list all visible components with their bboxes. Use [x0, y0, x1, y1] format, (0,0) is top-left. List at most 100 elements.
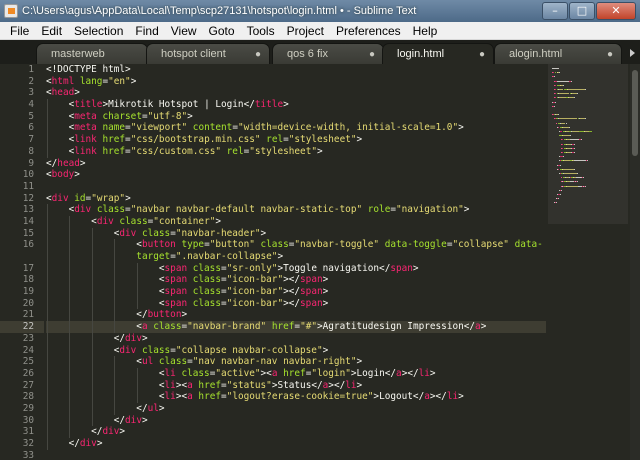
code-token: >Status</ — [271, 379, 323, 391]
line-number: 1 — [28, 64, 34, 75]
code-line[interactable]: <li><a href="status">Status</a></li> — [46, 379, 546, 392]
code-line[interactable]: <div id="wrap"> — [46, 193, 546, 205]
menu-file[interactable]: File — [0, 22, 35, 40]
code-line[interactable]: <link href="css/bootstrap.min.css" rel="… — [46, 134, 546, 146]
indent-guide — [114, 262, 116, 275]
code-token: </ — [46, 332, 126, 344]
code-token: > — [356, 379, 363, 391]
code-line[interactable]: </div> — [46, 414, 546, 427]
code-line[interactable]: </div> — [46, 332, 546, 345]
code-line[interactable]: <title>Mikrotik Hotspot | Login</title> — [46, 99, 546, 111]
code-token: < — [46, 367, 165, 379]
code-line[interactable]: </button> — [46, 309, 546, 322]
code-token: ></ — [283, 286, 301, 298]
indent-guide — [69, 286, 71, 298]
tab-qos-6-fix[interactable]: qos 6 fix ● — [272, 43, 384, 64]
code-line[interactable]: <div class="navbar navbar-default navbar… — [46, 204, 546, 216]
code-token: span — [164, 286, 188, 298]
indent-guide — [137, 391, 138, 403]
minimap-stroke — [558, 93, 570, 95]
indent-guide — [46, 309, 48, 322]
code-line[interactable]: <meta charset="utf-8"> — [46, 110, 546, 123]
indent-guide — [69, 356, 71, 368]
window-title: C:\Users\agus\AppData\Local\Temp\scp2713… — [22, 5, 417, 17]
code-line[interactable]: <li><a href="logout?erase-cookie=true">L… — [46, 391, 546, 403]
code-line[interactable]: <html lang="en"> — [46, 76, 546, 88]
tab-dirty-dot-icon[interactable]: ● — [255, 44, 261, 64]
menu-tools[interactable]: Tools — [241, 22, 281, 40]
code-token: < — [46, 110, 75, 122]
menu-edit[interactable]: Edit — [35, 22, 68, 40]
tab-masterweb[interactable]: masterweb — [36, 43, 148, 64]
code-line[interactable]: <head> — [46, 87, 546, 99]
line-number: 11 — [22, 180, 34, 192]
code-line[interactable]: </div> — [46, 438, 546, 450]
tab-alogin-html[interactable]: alogin.html ● — [494, 43, 622, 64]
code-line[interactable] — [46, 450, 546, 460]
indent-guide — [91, 239, 93, 251]
tab-dirty-dot-icon[interactable]: ● — [607, 44, 613, 64]
code-token: </ — [46, 414, 126, 426]
line-number — [0, 251, 44, 263]
code-token: href — [96, 145, 126, 157]
menu-project[interactable]: Project — [281, 22, 330, 40]
menu-find[interactable]: Find — [129, 22, 164, 40]
code-token: class — [113, 215, 148, 227]
code-token: li — [345, 379, 357, 391]
indent-guide — [46, 99, 48, 111]
tab-dirty-dot-icon[interactable]: ● — [369, 44, 375, 64]
minimap[interactable] — [548, 64, 628, 460]
tab-dirty-dot-icon[interactable]: ● — [479, 44, 485, 64]
code-line[interactable]: <a class="navbar-brand" href="#">Agratit… — [46, 321, 546, 333]
vertical-scrollbar[interactable] — [630, 64, 640, 460]
code-line[interactable] — [46, 181, 546, 193]
line-number: 9 — [28, 157, 34, 169]
minimize-button[interactable]: – — [542, 2, 568, 20]
menu-goto[interactable]: Goto — [203, 22, 241, 40]
indent-guide — [91, 321, 93, 333]
code-token: div — [119, 227, 137, 239]
minimap-viewport[interactable] — [548, 64, 628, 224]
code-token: </ — [46, 157, 58, 169]
code-area[interactable]: <!DOCTYPE html> <html lang="en"> <head> <t… — [46, 64, 546, 460]
code-line[interactable]: target=".navbar-collapse"> — [46, 251, 546, 263]
line-number: 6 — [28, 122, 34, 134]
code-line[interactable]: <li class="active"><a href="login">Login… — [46, 367, 546, 380]
code-token: div — [79, 438, 97, 449]
code-token: class — [136, 227, 171, 239]
code-line[interactable]: <span class="sr-only">Toggle navigation<… — [46, 262, 546, 275]
code-token: target — [46, 251, 171, 262]
code-line[interactable]: <body> — [46, 169, 546, 181]
code-token: "logout?erase-cookie=true" — [226, 391, 374, 403]
tab-scroll-right-icon[interactable] — [628, 43, 638, 63]
tab-hotspot-client[interactable]: hotspot client ● — [146, 43, 270, 64]
maximize-button[interactable]: □ — [569, 2, 595, 20]
menu-preferences[interactable]: Preferences — [330, 22, 407, 40]
code-line[interactable]: <link href="css/custom.css" rel="stylesh… — [46, 145, 546, 158]
indent-guide — [69, 297, 71, 310]
menu-view[interactable]: View — [165, 22, 203, 40]
menu-help[interactable]: Help — [407, 22, 444, 40]
code-line[interactable]: <!DOCTYPE html> — [46, 64, 546, 76]
scrollbar-thumb[interactable] — [632, 70, 638, 156]
code-line[interactable]: <ul class="nav navbar-nav navbar-right"> — [46, 356, 546, 368]
code-line[interactable]: <div class="collapse navbar-collapse"> — [46, 344, 546, 357]
code-line[interactable]: <button type="button" class="navbar-togg… — [46, 239, 546, 251]
tab-login-html[interactable]: login.html ● — [382, 43, 494, 64]
close-button[interactable]: ✕ — [596, 2, 636, 20]
menu-selection[interactable]: Selection — [68, 22, 129, 40]
code-line[interactable]: </ul> — [46, 402, 546, 415]
minimap-stroke — [584, 131, 589, 132]
tab-label: alogin.html — [509, 48, 563, 60]
code-line[interactable]: <div class="container"> — [46, 215, 546, 228]
code-line[interactable]: </div> — [46, 426, 546, 438]
code-line[interactable]: <span class="icon-bar"></span> — [46, 274, 546, 287]
indent-guide — [69, 379, 71, 392]
code-line[interactable]: <div class="navbar-header"> — [46, 227, 546, 240]
editor-pane[interactable]: 1 2 3 4 5 6 7 8 9 10 11 12 13 14 15 16 17 18 19 20 21 22 23 24 2… — [0, 64, 640, 460]
code-line[interactable]: </head> — [46, 158, 546, 170]
code-line[interactable]: <span class="icon-bar"></span> — [46, 286, 546, 298]
code-line[interactable]: <meta name="viewport" content="width=dev… — [46, 122, 546, 135]
code-token: "status" — [226, 379, 272, 391]
code-line[interactable]: <span class="icon-bar"></span> — [46, 297, 546, 310]
